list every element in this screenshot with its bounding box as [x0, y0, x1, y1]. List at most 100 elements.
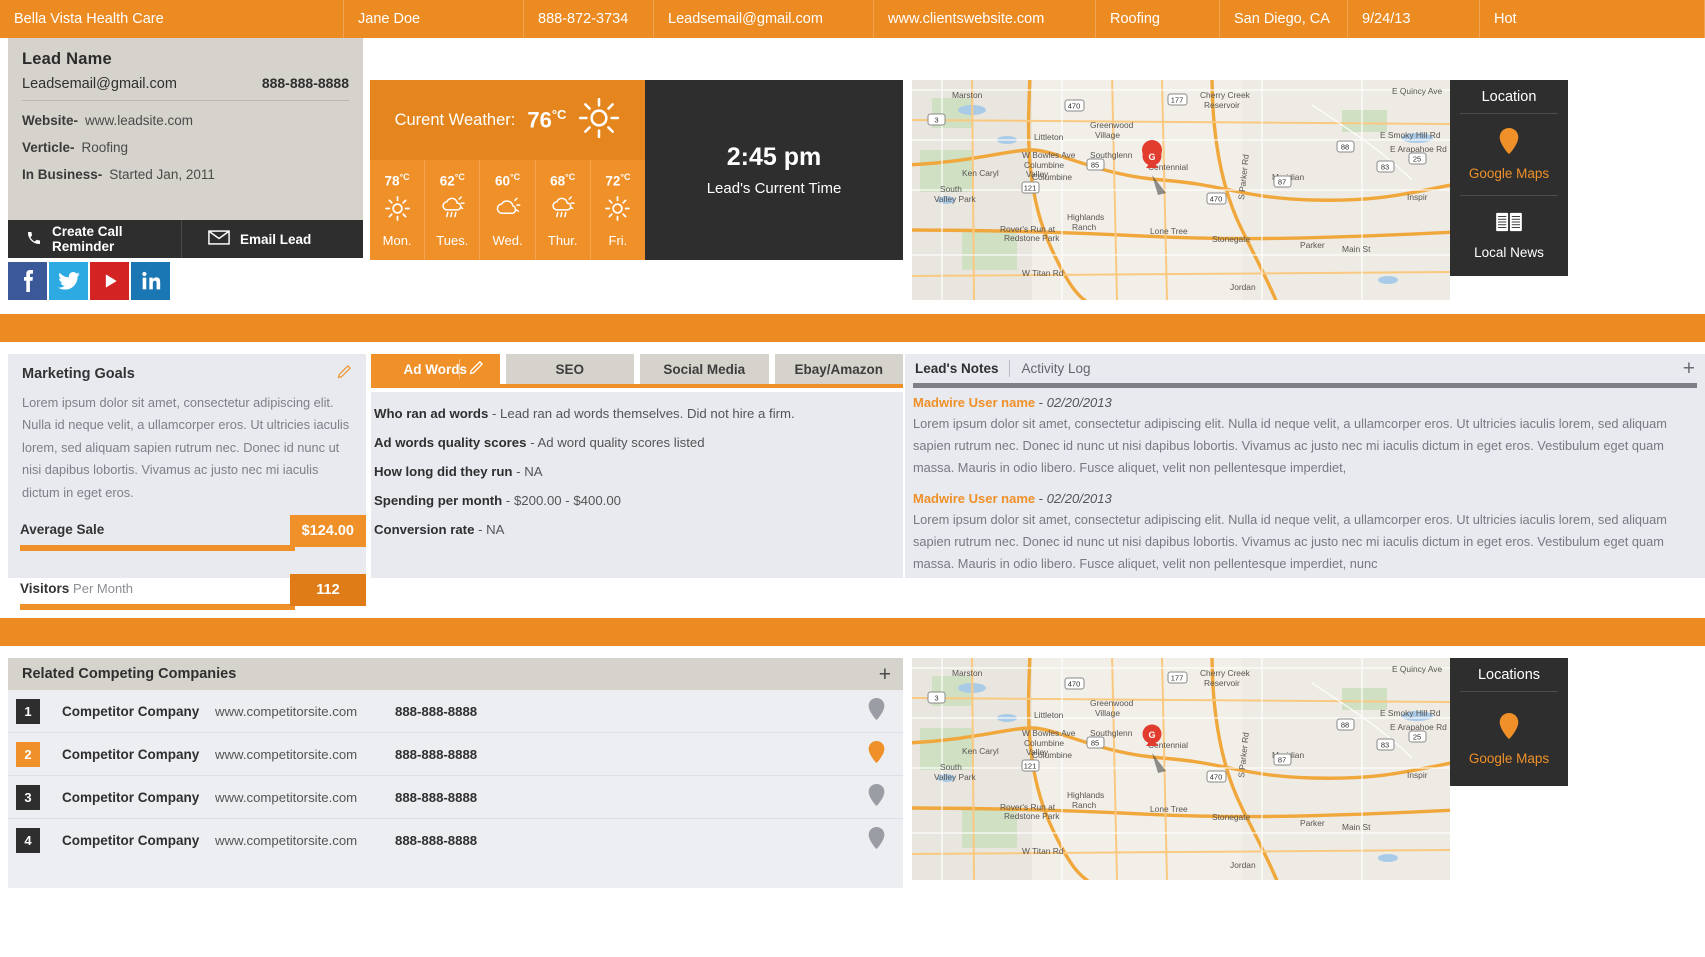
- linkedin-icon[interactable]: [131, 262, 170, 300]
- twitter-icon[interactable]: [49, 262, 88, 300]
- overview-row: Lead Name Leadsemail@gmail.com 888-888-8…: [0, 38, 1705, 300]
- svg-text:88: 88: [1341, 721, 1349, 730]
- svg-text:85: 85: [1091, 161, 1099, 170]
- youtube-icon[interactable]: [90, 262, 129, 300]
- tab-ad-words-label: Ad Words: [403, 361, 468, 377]
- locations-sidepanel: Locations Google Maps: [1450, 658, 1568, 786]
- svg-text:Ranch: Ranch: [1072, 222, 1097, 232]
- adwords-value: $200.00 - $400.00: [513, 493, 622, 508]
- google-maps-link[interactable]: Google Maps: [1450, 692, 1568, 786]
- svg-text:Jordan: Jordan: [1230, 860, 1256, 870]
- svg-text:25: 25: [1413, 155, 1421, 164]
- add-competitor-button[interactable]: +: [879, 664, 891, 685]
- topbar-contact[interactable]: Jane Doe: [344, 0, 524, 38]
- svg-text:Redstone Park: Redstone Park: [1004, 233, 1060, 243]
- competitor-website[interactable]: www.competitorsite.com: [215, 790, 395, 805]
- topbar-email[interactable]: Leadsemail@gmail.com: [654, 0, 874, 38]
- forecast-day: 72°C Fri.: [591, 160, 645, 260]
- competitor-rank: 1: [16, 698, 40, 724]
- competitor-rank: 4: [16, 828, 40, 853]
- adwords-value: Lead ran ad words themselves. Did not hi…: [500, 406, 795, 421]
- top-summary-bar: Bella Vista Health Care Jane Doe 888-872…: [0, 0, 1705, 38]
- location-map[interactable]: Marston Littleton Greenwood Village Colum…: [912, 80, 1450, 300]
- svg-text:121: 121: [1024, 762, 1037, 771]
- competitor-website[interactable]: www.competitorsite.com: [215, 747, 395, 762]
- svg-text:83: 83: [1381, 741, 1389, 750]
- topbar-phone[interactable]: 888-872-3734: [524, 0, 654, 38]
- competitor-website[interactable]: www.competitorsite.com: [215, 833, 395, 848]
- svg-text:Stonegate: Stonegate: [1212, 234, 1251, 244]
- forecast-temp: 60: [494, 173, 510, 189]
- svg-text:470: 470: [1068, 680, 1081, 689]
- map-pin-icon[interactable]: [868, 697, 903, 725]
- locations-map[interactable]: Marston Littleton Greenwood Village Colum…: [912, 658, 1450, 880]
- topbar-date[interactable]: 9/24/13: [1348, 0, 1480, 38]
- topbar-company[interactable]: Bella Vista Health Care: [0, 0, 344, 38]
- svg-text:Littleton: Littleton: [1034, 132, 1064, 142]
- pencil-icon[interactable]: [337, 364, 352, 384]
- map-pin-icon[interactable]: [868, 783, 903, 811]
- newspaper-icon: [1495, 211, 1523, 238]
- tab-leads-notes[interactable]: Lead's Notes: [913, 361, 1009, 376]
- adwords-row: Spending per month - $200.00 - $400.00: [374, 493, 622, 508]
- lead-name-title: Lead Name: [22, 50, 112, 68]
- current-weather-temp: 76°C: [527, 107, 566, 133]
- add-note-button[interactable]: +: [1683, 358, 1697, 379]
- svg-text:Ken Caryl: Ken Caryl: [962, 168, 999, 178]
- channel-tabs: Ad Words SEO Social Media Ebay/Amazon: [371, 354, 903, 384]
- pencil-icon[interactable]: [469, 360, 484, 378]
- lead-phone[interactable]: 888-888-8888: [262, 75, 349, 91]
- current-weather: Curent Weather: 76°C: [370, 80, 645, 160]
- google-maps-label: Google Maps: [1468, 165, 1550, 181]
- map-pin-icon[interactable]: [868, 740, 903, 768]
- google-maps-link[interactable]: Google Maps: [1450, 114, 1568, 195]
- lead-info-card: Lead Name Leadsemail@gmail.com 888-888-8…: [8, 38, 363, 220]
- svg-text:470: 470: [1068, 102, 1081, 111]
- lead-email[interactable]: Leadsemail@gmail.com: [22, 76, 177, 92]
- rain-sun-icon: [548, 195, 577, 227]
- svg-text:Main St: Main St: [1342, 822, 1371, 832]
- tab-seo[interactable]: SEO: [505, 354, 634, 384]
- svg-text:South: South: [940, 184, 962, 194]
- svg-text:Parker: Parker: [1300, 240, 1325, 250]
- note-entry: Madwire User name - 02/20/2013 Lorem ips…: [905, 395, 1705, 479]
- lead-website-row: Website- www.leadsite.com: [22, 113, 349, 128]
- tab-social-media[interactable]: Social Media: [640, 354, 769, 384]
- svg-text:Highlands: Highlands: [1067, 790, 1104, 800]
- ad-words-content: Who ran ad words - Lead ran ad words the…: [371, 392, 903, 578]
- competitor-website[interactable]: www.competitorsite.com: [215, 704, 395, 719]
- sun-icon: [578, 97, 620, 144]
- lead-current-time: 2:45 pm: [726, 143, 822, 171]
- tab-activity-log[interactable]: Activity Log: [1010, 361, 1091, 376]
- svg-text:470: 470: [1210, 195, 1223, 204]
- topbar-website[interactable]: www.clientswebsite.com: [874, 0, 1096, 38]
- svg-text:Ranch: Ranch: [1072, 800, 1097, 810]
- table-row[interactable]: 3 Competitor Company www.competitorsite.…: [8, 776, 903, 819]
- topbar-status[interactable]: Hot: [1480, 0, 1705, 38]
- topbar-location[interactable]: San Diego, CA: [1220, 0, 1348, 38]
- tab-ebay-amazon[interactable]: Ebay/Amazon: [774, 354, 903, 384]
- note-body: Lorem ipsum dolor sit amet, consectetur …: [913, 416, 1667, 475]
- svg-text:Cherry Creek: Cherry Creek: [1200, 90, 1251, 100]
- adwords-row: How long did they run - NA: [374, 464, 543, 479]
- svg-text:25: 25: [1413, 733, 1421, 742]
- visitors-label-text: Visitors: [20, 580, 70, 596]
- note-date: 02/20/2013: [1046, 395, 1112, 410]
- forecast-day: 60°C Wed.: [480, 160, 536, 260]
- note-body: Lorem ipsum dolor sit amet, consectetur …: [913, 512, 1667, 571]
- topbar-vertical[interactable]: Roofing: [1096, 0, 1220, 38]
- create-call-reminder-button[interactable]: Create Call Reminder: [8, 220, 181, 258]
- tab-ad-words[interactable]: Ad Words: [371, 354, 500, 384]
- notes-scrollbar[interactable]: [913, 383, 1697, 388]
- local-news-link[interactable]: Local News: [1450, 196, 1568, 277]
- map-pin-icon[interactable]: [868, 827, 903, 854]
- svg-text:Cherry Creek: Cherry Creek: [1200, 668, 1251, 678]
- table-row[interactable]: 4 Competitor Company www.competitorsite.…: [8, 819, 903, 862]
- location-panel-title: Location: [1481, 88, 1537, 105]
- facebook-icon[interactable]: [8, 262, 47, 300]
- map-pin-icon: [1499, 127, 1519, 159]
- lead-website-value[interactable]: www.leadsite.com: [85, 113, 193, 128]
- table-row[interactable]: 1 Competitor Company www.competitorsite.…: [8, 690, 903, 733]
- email-lead-button[interactable]: Email Lead: [181, 220, 363, 258]
- table-row[interactable]: 2 Competitor Company www.competitorsite.…: [8, 733, 903, 776]
